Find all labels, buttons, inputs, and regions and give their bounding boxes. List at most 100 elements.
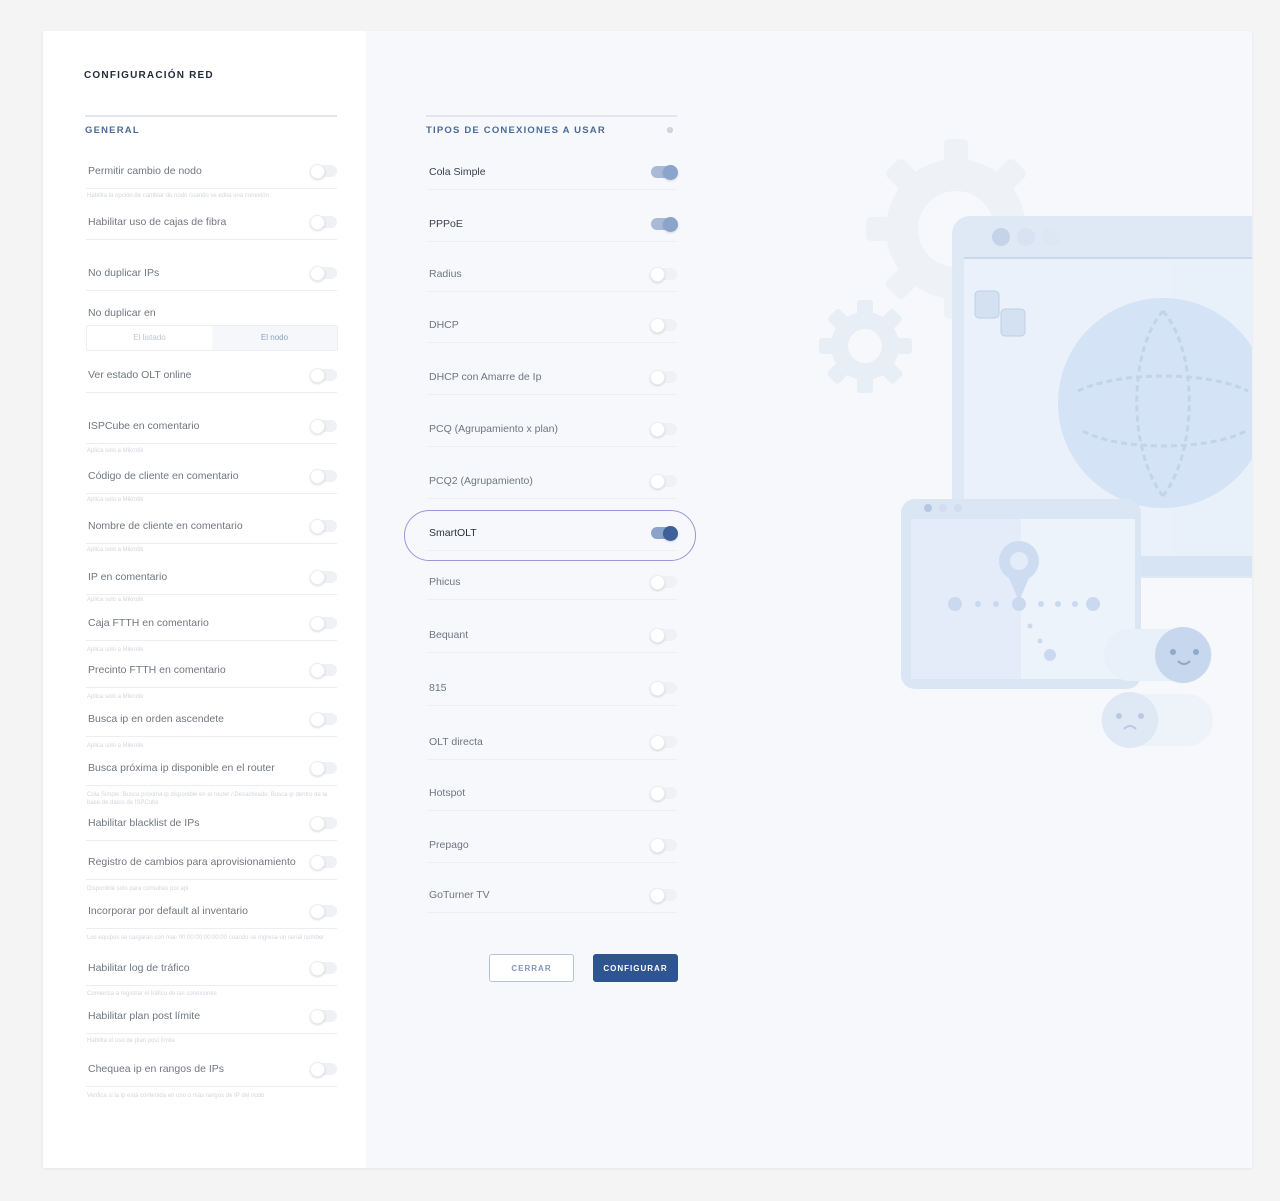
- hint-chequea-ip-rangos: Verifica si la ip está contenida en uno …: [87, 1093, 265, 1099]
- row-nombre-cliente: Nombre de cliente en comentario: [86, 513, 337, 544]
- segment-el-listado[interactable]: El listado: [87, 326, 212, 350]
- toggle-prepago[interactable]: [650, 838, 677, 853]
- toggle-knob: [650, 838, 665, 853]
- toggle-smartolt[interactable]: [651, 526, 678, 541]
- row-permitir-cambio-de-nodo: Permitir cambio de nodo: [86, 158, 337, 189]
- toggle-dhcp-amarre[interactable]: [650, 370, 677, 385]
- sad-face-toggle-icon: [1101, 692, 1213, 748]
- row-label: Habilitar blacklist de IPs: [88, 817, 200, 829]
- type-smartolt: SmartOLT: [427, 520, 678, 551]
- toggle-ip-comentario[interactable]: [310, 570, 337, 585]
- type-label: SmartOLT: [429, 527, 477, 539]
- network-config-card: CONFIGURACIÓN RED GENERAL Permitir cambi…: [43, 31, 1252, 1168]
- row-label: IP en comentario: [88, 571, 168, 583]
- toggle-nombre-cliente[interactable]: [310, 519, 337, 534]
- toggle-knob: [663, 526, 678, 541]
- row-blacklist-ips: Habilitar blacklist de IPs: [86, 810, 337, 841]
- toggle-plan-post-limite[interactable]: [310, 1009, 337, 1024]
- tipos-heading: TIPOS DE CONEXIONES A USAR: [426, 115, 677, 145]
- toggle-cajas-de-fibra[interactable]: [310, 215, 337, 230]
- toggle-dhcp[interactable]: [650, 318, 677, 333]
- row-label: Habilitar plan post límite: [88, 1010, 201, 1022]
- type-label: Cola Simple: [429, 166, 486, 178]
- row-label: Permitir cambio de nodo: [88, 165, 202, 177]
- hint-log-trafico: Comienza a registrar el tráfico de las c…: [87, 991, 217, 997]
- toggle-chequea-ip-rangos[interactable]: [310, 1062, 337, 1077]
- row-precinto-ftth: Precinto FTTH en comentario: [86, 657, 337, 688]
- hint-precinto-ftth: Aplica solo a Mikrotik: [87, 694, 144, 700]
- toggle-knob: [310, 215, 325, 230]
- row-label: Ver estado OLT online: [88, 369, 192, 381]
- row-caja-ftth: Caja FTTH en comentario: [86, 610, 337, 641]
- type-radius: Radius: [427, 261, 677, 292]
- toggle-knob: [650, 628, 665, 643]
- toggle-incorporar-inventario[interactable]: [310, 904, 337, 919]
- small-gear-icon: [819, 300, 912, 393]
- toggle-busca-proxima-ip[interactable]: [310, 761, 337, 776]
- row-chequea-ip-rangos: Chequea ip en rangos de IPs: [86, 1056, 337, 1087]
- toggle-knob: [310, 712, 325, 727]
- hint-nombre-cliente: Aplica solo a Mikrotik: [87, 547, 144, 553]
- row-codigo-cliente: Código de cliente en comentario: [86, 463, 337, 494]
- toggle-precinto-ftth[interactable]: [310, 663, 337, 678]
- toggle-knob: [310, 616, 325, 631]
- toggle-olt-directa[interactable]: [650, 735, 677, 750]
- toggle-cola-simple[interactable]: [651, 165, 678, 180]
- toggle-caja-ftth[interactable]: [310, 616, 337, 631]
- row-no-duplicar-ips: No duplicar IPs: [86, 260, 337, 291]
- toggle-knob: [310, 469, 325, 484]
- row-label: Busca próxima ip disponible en el router: [88, 762, 275, 774]
- left-panel: CONFIGURACIÓN RED GENERAL Permitir cambi…: [43, 31, 366, 1168]
- toggle-blacklist-ips[interactable]: [310, 816, 337, 831]
- toggle-knob: [650, 318, 665, 333]
- toggle-ver-estado-olt[interactable]: [310, 368, 337, 383]
- toggle-knob: [310, 419, 325, 434]
- toggle-815[interactable]: [650, 681, 677, 696]
- toggle-knob: [310, 1062, 325, 1077]
- toggle-knob: [310, 904, 325, 919]
- row-label: Chequea ip en rangos de IPs: [88, 1063, 225, 1075]
- row-ispcube-comentario: ISPCube en comentario: [86, 413, 337, 444]
- hint-ispcube-comentario: Aplica solo a Mikrotik: [87, 448, 144, 454]
- type-pcq-plan: PCQ (Agrupamiento x plan): [427, 416, 677, 447]
- toggle-hotspot[interactable]: [650, 786, 677, 801]
- toggle-log-trafico[interactable]: [310, 961, 337, 976]
- toggle-knob: [650, 267, 665, 282]
- close-button[interactable]: CERRAR: [489, 954, 574, 982]
- toggle-pcq2[interactable]: [650, 474, 677, 489]
- row-label: Registro de cambios para aprovisionamien…: [88, 856, 296, 868]
- toggle-pppoe[interactable]: [651, 217, 678, 232]
- toggle-codigo-cliente[interactable]: [310, 469, 337, 484]
- row-label: Nombre de cliente en comentario: [88, 520, 243, 532]
- info-icon[interactable]: i: [667, 127, 673, 133]
- type-goturner-tv: GoTurner TV: [427, 882, 677, 913]
- type-label: Radius: [429, 268, 462, 280]
- type-815: 815: [427, 675, 677, 706]
- type-phicus: Phicus: [427, 569, 677, 600]
- toggle-goturner-tv[interactable]: [650, 888, 677, 903]
- toggle-no-duplicar-ips[interactable]: [310, 266, 337, 281]
- toggle-knob: [310, 368, 325, 383]
- type-label: DHCP: [429, 319, 459, 331]
- toggle-ispcube-comentario[interactable]: [310, 419, 337, 434]
- toggle-knob: [310, 1009, 325, 1024]
- toggle-pcq-plan[interactable]: [650, 422, 677, 437]
- toggle-bequant[interactable]: [650, 628, 677, 643]
- type-label: 815: [429, 682, 447, 694]
- row-label: Habilitar uso de cajas de fibra: [88, 216, 227, 228]
- row-ver-estado-olt: Ver estado OLT online: [86, 362, 337, 393]
- hint-busca-ip-ascendente: Aplica solo a Mikrotik: [87, 743, 144, 749]
- configure-button[interactable]: CONFIGURAR: [593, 954, 678, 982]
- toggle-permitir-cambio-de-nodo[interactable]: [310, 164, 337, 179]
- toggle-busca-ip-ascendente[interactable]: [310, 712, 337, 727]
- segment-el-nodo[interactable]: El nodo: [212, 326, 337, 350]
- toggle-phicus[interactable]: [650, 575, 677, 590]
- row-label: Precinto FTTH en comentario: [88, 664, 226, 676]
- toggle-knob: [650, 888, 665, 903]
- toggle-radius[interactable]: [650, 267, 677, 282]
- no-duplicar-en-segmented: El listado El nodo: [86, 325, 338, 351]
- type-label: DHCP con Amarre de Ip: [429, 371, 542, 383]
- toggle-registro-cambios[interactable]: [310, 855, 337, 870]
- hint-plan-post-limite: Habilita el uso de plan post límite: [87, 1038, 176, 1044]
- type-label: Hotspot: [429, 787, 466, 799]
